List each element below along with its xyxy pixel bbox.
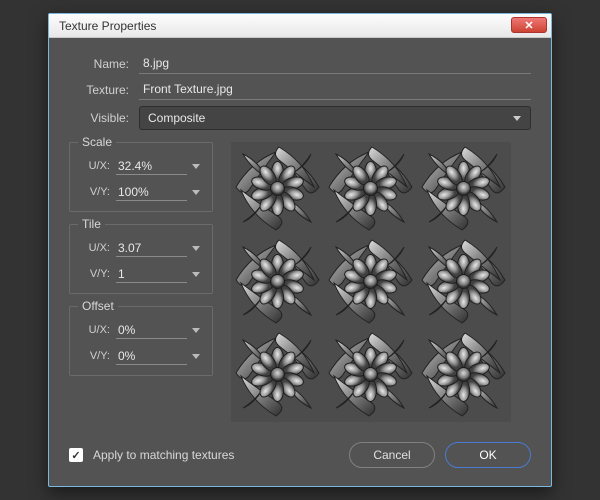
tile-vy-input[interactable]: 1 <box>116 265 187 283</box>
offset-vy-label: V/Y: <box>80 350 110 362</box>
chevron-down-icon[interactable] <box>190 328 202 333</box>
scale-vy-input[interactable]: 100% <box>116 183 187 201</box>
name-input[interactable]: 8.jpg <box>139 54 531 74</box>
apply-label: Apply to matching textures <box>93 448 234 462</box>
tile-vy-label: V/Y: <box>80 268 110 280</box>
chevron-down-icon[interactable] <box>190 164 202 169</box>
offset-vy-input[interactable]: 0% <box>116 347 187 365</box>
scale-title: Scale <box>78 135 116 149</box>
visible-value: Composite <box>148 111 205 125</box>
chevron-down-icon[interactable] <box>190 354 202 359</box>
name-label: Name: <box>69 57 129 71</box>
ok-button[interactable]: OK <box>445 442 531 468</box>
titlebar[interactable]: Texture Properties ✕ <box>49 14 551 38</box>
footer: ✓ Apply to matching textures Cancel OK <box>69 442 531 468</box>
scale-vy-label: V/Y: <box>80 186 110 198</box>
visible-select[interactable]: Composite <box>139 106 531 130</box>
scale-group: Scale U/X: 32.4% V/Y: 100% <box>69 142 213 212</box>
texture-preview <box>231 142 511 422</box>
close-icon: ✕ <box>524 19 533 32</box>
chevron-down-icon[interactable] <box>190 246 202 251</box>
offset-ux-label: U/X: <box>80 324 110 336</box>
chevron-down-icon[interactable] <box>190 272 202 277</box>
tile-ux-input[interactable]: 3.07 <box>116 239 187 257</box>
cancel-button[interactable]: Cancel <box>349 442 435 468</box>
offset-title: Offset <box>78 299 118 313</box>
dialog-body: Name: 8.jpg Texture: Front Texture.jpg V… <box>49 38 551 486</box>
window-title: Texture Properties <box>59 19 156 33</box>
scale-ux-input[interactable]: 32.4% <box>116 157 187 175</box>
apply-checkbox[interactable]: ✓ <box>69 448 83 462</box>
scale-ux-label: U/X: <box>80 160 110 172</box>
tile-ux-label: U/X: <box>80 242 110 254</box>
offset-ux-input[interactable]: 0% <box>116 321 187 339</box>
offset-group: Offset U/X: 0% V/Y: 0% <box>69 306 213 376</box>
close-button[interactable]: ✕ <box>511 17 547 33</box>
texture-input[interactable]: Front Texture.jpg <box>139 80 531 100</box>
texture-properties-dialog: Texture Properties ✕ Name: 8.jpg Texture… <box>48 13 552 487</box>
texture-label: Texture: <box>69 83 129 97</box>
controls-column: Scale U/X: 32.4% V/Y: 100% Tile <box>69 142 213 422</box>
chevron-down-icon[interactable] <box>190 190 202 195</box>
visible-label: Visible: <box>69 111 129 125</box>
tile-group: Tile U/X: 3.07 V/Y: 1 <box>69 224 213 294</box>
tile-title: Tile <box>78 217 105 231</box>
